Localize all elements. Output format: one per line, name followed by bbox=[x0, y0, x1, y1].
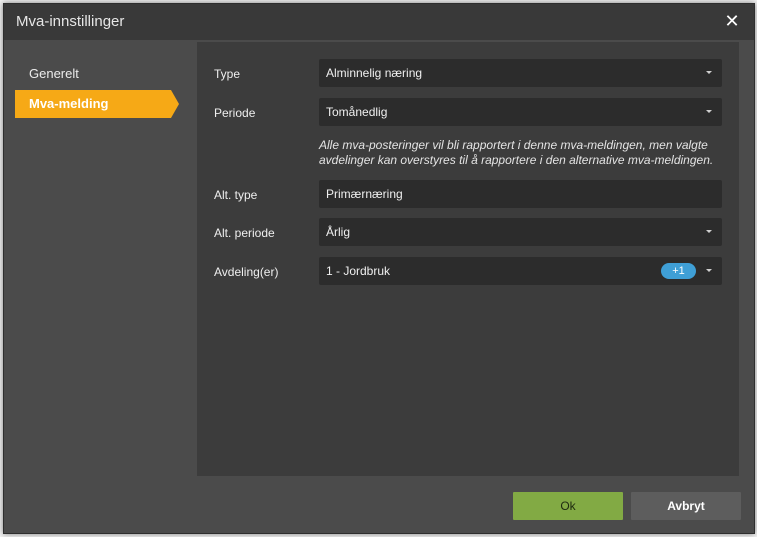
type-select[interactable]: Alminnelig næring bbox=[319, 59, 722, 87]
alt-type-value: Primærnæring bbox=[326, 187, 403, 201]
avdeling-label: Avdeling(er) bbox=[214, 265, 279, 279]
close-icon[interactable]: ✕ bbox=[722, 10, 742, 32]
chevron-down-icon bbox=[706, 71, 712, 74]
periode-select[interactable]: Tomånedlig bbox=[319, 98, 722, 126]
alt-periode-label: Alt. periode bbox=[214, 226, 275, 240]
alt-periode-select[interactable]: Årlig bbox=[319, 218, 722, 246]
chevron-down-icon bbox=[706, 230, 712, 233]
settings-panel: Type Alminnelig næring Periode Tomånedli… bbox=[197, 42, 739, 476]
nav-item-mva-melding[interactable]: Mva-melding bbox=[15, 90, 179, 118]
periode-value: Tomånedlig bbox=[326, 105, 388, 119]
settings-dialog: Mva-innstillinger ✕ Generelt Mva-melding… bbox=[3, 3, 755, 534]
chevron-down-icon bbox=[706, 110, 712, 113]
avdeling-multiselect[interactable]: 1 - Jordbruk +1 bbox=[319, 257, 722, 285]
ok-button[interactable]: Ok bbox=[513, 492, 623, 520]
type-value: Alminnelig næring bbox=[326, 66, 423, 80]
cancel-button[interactable]: Avbryt bbox=[631, 492, 741, 520]
alt-type-label: Alt. type bbox=[214, 188, 258, 202]
nav-item-generelt[interactable]: Generelt bbox=[15, 60, 171, 88]
alt-periode-value: Årlig bbox=[326, 225, 351, 239]
avdeling-value: 1 - Jordbruk bbox=[326, 264, 391, 278]
periode-label: Periode bbox=[214, 106, 256, 120]
type-label: Type bbox=[214, 67, 241, 81]
extra-count-badge: +1 bbox=[661, 263, 696, 279]
alt-type-field: Primærnæring bbox=[319, 180, 722, 208]
dialog-titlebar: Mva-innstillinger ✕ bbox=[4, 4, 754, 40]
info-note: Alle mva-posteringer vil bli rapportert … bbox=[319, 138, 714, 167]
settings-nav: Generelt Mva-melding bbox=[4, 40, 198, 486]
dialog-title: Mva-innstillinger bbox=[16, 13, 125, 30]
chevron-down-icon bbox=[706, 269, 712, 272]
